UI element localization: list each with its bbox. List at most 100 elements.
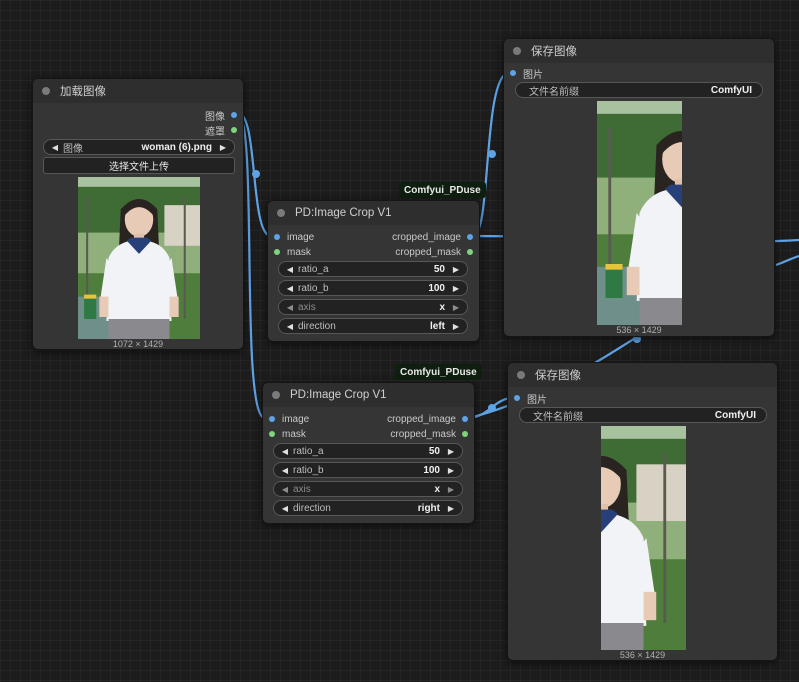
node-header[interactable]: 保存图像 [504, 39, 774, 63]
widget-label: direction [293, 502, 331, 514]
image-crop-node-1[interactable]: PD:Image Crop V1 image cropped_image mas… [267, 200, 480, 342]
output-dot-icon[interactable] [231, 112, 237, 118]
widget-value: left [430, 320, 445, 332]
output-dot-icon[interactable] [231, 127, 237, 133]
input-dot-icon[interactable] [274, 249, 280, 255]
image-crop-node-2[interactable]: PD:Image Crop V1 image cropped_image mas… [262, 382, 475, 524]
axis-widget[interactable]: ◀ axis x ▶ [278, 299, 468, 315]
output-dot-icon[interactable] [462, 431, 468, 437]
right-arrow-icon[interactable]: ▶ [451, 265, 461, 274]
input-dot-icon[interactable] [274, 234, 280, 240]
image-size-label: 536 × 1429 [619, 650, 666, 660]
widget-value: 100 [423, 464, 440, 476]
widget-value: ComfyUI [714, 409, 756, 421]
left-arrow-icon[interactable]: ◀ [280, 447, 290, 456]
right-arrow-icon[interactable]: ▶ [451, 303, 461, 312]
slot-label: 图像 [205, 111, 225, 123]
input-slot-images[interactable]: 图片 [504, 66, 774, 81]
filename-prefix-field[interactable]: 文件名前缀 ComfyUI [515, 82, 763, 98]
input-dot-icon[interactable] [269, 431, 275, 437]
output-dot-icon[interactable] [467, 249, 473, 255]
filename-prefix-field[interactable]: 文件名前缀 ComfyUI [519, 407, 767, 423]
right-arrow-icon[interactable]: ▶ [446, 466, 456, 475]
load-image-node[interactable]: 加载图像 图像 遮罩 ◀ 图像 woman (6).png ▶ 选择文件上传 1… [32, 78, 244, 350]
widget-value: x [434, 483, 440, 495]
right-arrow-icon[interactable]: ▶ [446, 485, 456, 494]
save-image-node-1[interactable]: 保存图像 图片 文件名前缀 ComfyUI 536 × 1429 [503, 38, 775, 337]
slot-label: image [282, 413, 310, 425]
output-dot-icon[interactable] [467, 234, 473, 240]
node-title: 保存图像 [535, 370, 581, 382]
image-size-label: 536 × 1429 [616, 325, 662, 335]
widget-label: ratio_b [298, 282, 329, 294]
output-slot-mask[interactable]: 遮罩 [33, 123, 243, 138]
left-arrow-icon[interactable]: ◀ [285, 322, 295, 331]
widget-label: axis [293, 483, 311, 495]
ratio-b-widget[interactable]: ◀ ratio_b 100 ▶ [273, 462, 463, 478]
widget-label: 文件名前缀 [533, 411, 583, 423]
slot-label: 图片 [523, 69, 543, 81]
right-arrow-icon[interactable]: ▶ [218, 143, 228, 152]
ratio-b-widget[interactable]: ◀ ratio_b 100 ▶ [278, 280, 468, 296]
slot-label: image [287, 231, 315, 243]
collapse-dot-icon[interactable] [42, 87, 50, 95]
widget-label: 图像 [63, 143, 83, 155]
output-image-preview [597, 101, 682, 325]
image-select-combo[interactable]: ◀ 图像 woman (6).png ▶ [43, 139, 235, 155]
wire-offscreen-2 [775, 254, 799, 267]
widget-value: x [439, 301, 445, 313]
right-arrow-icon[interactable]: ▶ [446, 504, 456, 513]
collapse-dot-icon[interactable] [513, 47, 521, 55]
direction-widget[interactable]: ◀ direction left ▶ [278, 318, 468, 334]
slot-label: cropped_image [392, 231, 461, 243]
collapse-dot-icon[interactable] [272, 391, 280, 399]
input-slot-images[interactable]: 图片 [508, 391, 777, 406]
node-source-badge: Comfyui_PDuse [399, 182, 486, 198]
save-image-node-2[interactable]: 保存图像 图片 文件名前缀 ComfyUI 536 × 1429 [507, 362, 778, 661]
right-arrow-icon[interactable]: ▶ [451, 284, 461, 293]
collapse-dot-icon[interactable] [517, 371, 525, 379]
slot-row-image[interactable]: image cropped_image [263, 412, 474, 426]
widget-value: right [417, 502, 440, 514]
input-dot-icon[interactable] [514, 395, 520, 401]
collapse-dot-icon[interactable] [277, 209, 285, 217]
node-header[interactable]: 加载图像 [33, 79, 243, 103]
left-arrow-icon[interactable]: ◀ [285, 303, 295, 312]
output-dot-icon[interactable] [462, 416, 468, 422]
widget-label: ratio_b [293, 464, 324, 476]
input-dot-icon[interactable] [269, 416, 275, 422]
left-arrow-icon[interactable]: ◀ [280, 504, 290, 513]
upload-file-button[interactable]: 选择文件上传 [43, 157, 235, 174]
direction-widget[interactable]: ◀ direction right ▶ [273, 500, 463, 516]
left-arrow-icon[interactable]: ◀ [285, 265, 295, 274]
left-arrow-icon[interactable]: ◀ [285, 284, 295, 293]
node-header[interactable]: PD:Image Crop V1 [263, 383, 474, 407]
left-arrow-icon[interactable]: ◀ [280, 466, 290, 475]
widget-value: 50 [428, 445, 440, 457]
widget-value: woman (6).png [141, 141, 212, 153]
slot-row-image[interactable]: image cropped_image [268, 230, 479, 244]
right-arrow-icon[interactable]: ▶ [446, 447, 456, 456]
axis-widget[interactable]: ◀ axis x ▶ [273, 481, 463, 497]
slot-row-mask[interactable]: mask cropped_mask [263, 427, 474, 441]
ratio-a-widget[interactable]: ◀ ratio_a 50 ▶ [278, 261, 468, 277]
right-arrow-icon[interactable]: ▶ [451, 322, 461, 331]
slot-label: cropped_mask [390, 428, 456, 440]
widget-label: axis [298, 301, 316, 313]
widget-label: direction [298, 320, 336, 332]
widget-label: ratio_a [298, 263, 329, 275]
output-slot-image[interactable]: 图像 [33, 108, 243, 123]
node-header[interactable]: 保存图像 [508, 363, 777, 387]
node-header[interactable]: PD:Image Crop V1 [268, 201, 479, 225]
left-arrow-icon[interactable]: ◀ [280, 485, 290, 494]
node-source-badge: Comfyui_PDuse [395, 364, 482, 380]
slot-row-mask[interactable]: mask cropped_mask [268, 245, 479, 259]
output-image-preview [601, 426, 686, 650]
input-dot-icon[interactable] [510, 70, 516, 76]
left-arrow-icon[interactable]: ◀ [50, 143, 60, 152]
slot-label: 图片 [527, 394, 547, 406]
widget-label: 文件名前缀 [529, 86, 579, 98]
node-title: PD:Image Crop V1 [290, 389, 387, 401]
ratio-a-widget[interactable]: ◀ ratio_a 50 ▶ [273, 443, 463, 459]
widget-value: ComfyUI [710, 84, 752, 96]
